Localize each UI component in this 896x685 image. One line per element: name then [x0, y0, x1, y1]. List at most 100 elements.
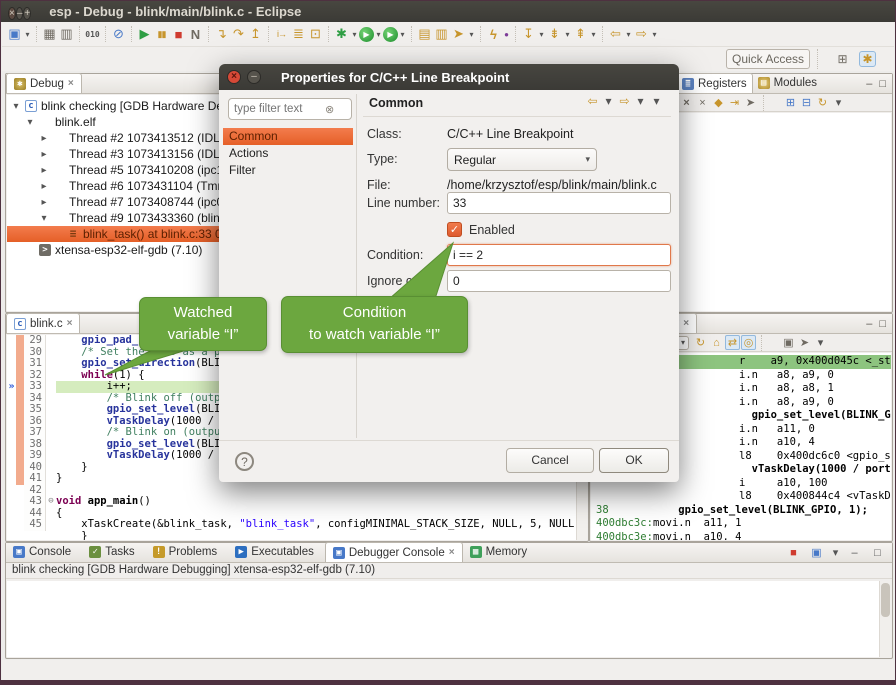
close-icon[interactable]: × — [683, 318, 689, 329]
breakpoint-marker[interactable] — [7, 473, 16, 485]
window-maximize-button[interactable]: + — [23, 7, 31, 20]
mark-occurrences-icon[interactable]: ● — [502, 30, 511, 39]
help-icon[interactable]: ? — [235, 452, 254, 471]
clone-view-icon[interactable]: ▣ — [781, 336, 796, 349]
tab-debugger-console[interactable]: ▣ Debugger Console × — [325, 542, 463, 562]
maximize-panel-icon[interactable]: □ — [879, 318, 886, 330]
console-dropdown-icon[interactable]: ▾ — [831, 546, 840, 559]
new-wizard-icon[interactable]: ▣ — [6, 26, 23, 42]
tree-caret-icon[interactable]: ▸ — [39, 165, 49, 176]
breakpoint-marker[interactable] — [7, 450, 16, 462]
suspend-icon[interactable]: ▮▮ — [153, 29, 170, 40]
breakpoint-marker[interactable] — [7, 439, 16, 451]
tree-caret-icon[interactable]: ▾ — [25, 117, 35, 128]
debug-dropdown-icon[interactable]: ▾ — [350, 30, 359, 39]
tab-executables[interactable]: ▶ Executables — [228, 542, 325, 562]
prev-annotation-icon[interactable]: ⇞ — [572, 26, 589, 42]
remove-all-icon[interactable]: × — [695, 97, 710, 109]
tab-problems[interactable]: ! Problems — [146, 542, 229, 562]
scrollbar-thumb[interactable] — [881, 583, 890, 617]
tab-blink-c[interactable]: c blink.c × — [6, 313, 80, 333]
tab-modules[interactable]: ▤ Modules — [753, 73, 822, 93]
tab-memory[interactable]: ▦ Memory — [463, 542, 539, 562]
run-dropdown-icon[interactable]: ▾ — [374, 30, 383, 39]
close-icon[interactable]: × — [68, 78, 74, 89]
tab-registers[interactable]: ≣ Registers — [676, 73, 753, 93]
show-source-icon[interactable]: ◎ — [741, 335, 756, 350]
flash-dropdown-icon[interactable]: ▾ — [467, 30, 476, 39]
back-dropdown-icon[interactable]: ▾ — [624, 30, 633, 39]
open-perspective-icon[interactable]: ⊞ — [834, 52, 851, 66]
quick-access-button[interactable]: Quick Access — [726, 49, 810, 69]
breakpoint-marker[interactable] — [7, 381, 16, 393]
flash-icon[interactable]: ➤ — [450, 26, 467, 42]
breakpoint-marker[interactable] — [7, 416, 16, 428]
dialog-nav-actions[interactable]: Actions — [223, 145, 353, 162]
prev-annotation-dropdown-icon[interactable]: ▾ — [589, 30, 598, 39]
minimize-panel-icon[interactable]: – — [866, 318, 872, 330]
lightning-icon[interactable]: ϟ — [485, 27, 502, 42]
tree-caret-icon[interactable]: ▾ — [11, 101, 21, 112]
dialog-nav-common[interactable]: Common — [223, 128, 353, 145]
line-number-input[interactable] — [447, 192, 671, 214]
disconnect-icon[interactable]: N — [187, 27, 204, 42]
tree-caret-icon[interactable]: ▾ — [39, 213, 49, 224]
breakpoint-marker[interactable] — [7, 358, 16, 370]
minimize-panel-icon[interactable]: – — [846, 547, 863, 559]
dialog-nav-filter[interactable]: Filter — [223, 162, 353, 179]
ignore-count-input[interactable] — [447, 270, 671, 292]
run-icon[interactable]: ▶ — [359, 27, 374, 42]
breakpoint-marker[interactable] — [7, 370, 16, 382]
resume-icon[interactable]: ▶ — [136, 26, 153, 42]
breakpoint-marker[interactable] — [7, 508, 16, 520]
view-menu-icon[interactable]: ▾ — [831, 96, 846, 109]
tree-caret-icon[interactable]: ▸ — [39, 133, 49, 144]
code-line[interactable]: } — [7, 531, 587, 541]
code-line[interactable]: 43 ⊖ void app_main() — [7, 496, 587, 508]
breakpoint-marker[interactable] — [7, 427, 16, 439]
filter-input[interactable] — [229, 103, 325, 115]
disassembly-line[interactable]: 38 gpio_set_level(BLINK_GPIO, 1); — [591, 504, 891, 518]
breakpoint-marker[interactable] — [7, 404, 16, 416]
dialog-minimize-button[interactable]: – — [247, 70, 261, 84]
ok-button[interactable]: OK — [599, 448, 669, 473]
breakpoint-marker[interactable] — [7, 462, 16, 474]
maximize-panel-icon[interactable]: □ — [869, 547, 886, 559]
use-step-filters-icon[interactable]: ⊡ — [307, 26, 324, 42]
view-menu-icon[interactable]: ▾ — [648, 94, 665, 108]
save-icon[interactable]: ▦ — [41, 26, 58, 42]
tab-tasks[interactable]: ✓ Tasks — [82, 542, 145, 562]
expand-all-icon[interactable]: ⊞ — [783, 96, 798, 109]
pointer-mode-icon[interactable]: ➤ — [743, 96, 758, 109]
breakpoint-marker[interactable] — [7, 519, 16, 531]
tab-console[interactable]: ▣ Console — [6, 542, 82, 562]
tree-caret-icon[interactable]: ▸ — [39, 149, 49, 160]
tree-caret-icon[interactable]: ▸ — [39, 181, 49, 192]
disassembly-line[interactable]: 400dbc3e: movi.n a10, 4 — [591, 531, 891, 541]
back-icon[interactable]: ⇦ — [584, 94, 601, 108]
instruction-stepping-icon[interactable]: i→ — [273, 29, 290, 39]
terminate-icon[interactable]: ■ — [170, 27, 187, 42]
new-wizard-dropdown-icon[interactable]: ▾ — [23, 30, 32, 39]
step-into-icon[interactable]: ↴ — [213, 26, 230, 42]
binary-icon[interactable]: 010 — [84, 30, 101, 39]
step-return-icon[interactable]: ↥ — [247, 26, 264, 42]
home-icon[interactable]: ⌂ — [709, 337, 724, 349]
save-all-icon[interactable]: ▥ — [58, 26, 75, 42]
type-dropdown[interactable]: Regular ▾ — [447, 148, 597, 171]
open-folder-icon[interactable]: ▤ — [416, 26, 433, 42]
sync-with-stack-icon[interactable]: ⇄ — [725, 335, 740, 350]
collapse-all-icon[interactable]: ⊟ — [799, 96, 814, 109]
external-tools-icon[interactable]: ▶ — [383, 27, 398, 42]
condition-input[interactable] — [447, 244, 671, 266]
chevron-down-icon[interactable]: ▾ — [681, 338, 685, 347]
fold-marker-icon[interactable]: ⊖ — [46, 496, 56, 508]
restore-default-groups-icon[interactable]: ⇥ — [727, 96, 742, 109]
breakpoint-marker[interactable] — [7, 347, 16, 359]
external-tools-dropdown-icon[interactable]: ▾ — [398, 30, 407, 39]
open-project-icon[interactable]: ▥ — [433, 26, 450, 42]
link-with-view-icon[interactable]: ↻ — [815, 96, 830, 109]
remove-selected-icon[interactable]: × — [679, 97, 694, 109]
next-annotation-icon[interactable]: ⇟ — [546, 26, 563, 42]
cancel-button[interactable]: Cancel — [506, 448, 594, 473]
